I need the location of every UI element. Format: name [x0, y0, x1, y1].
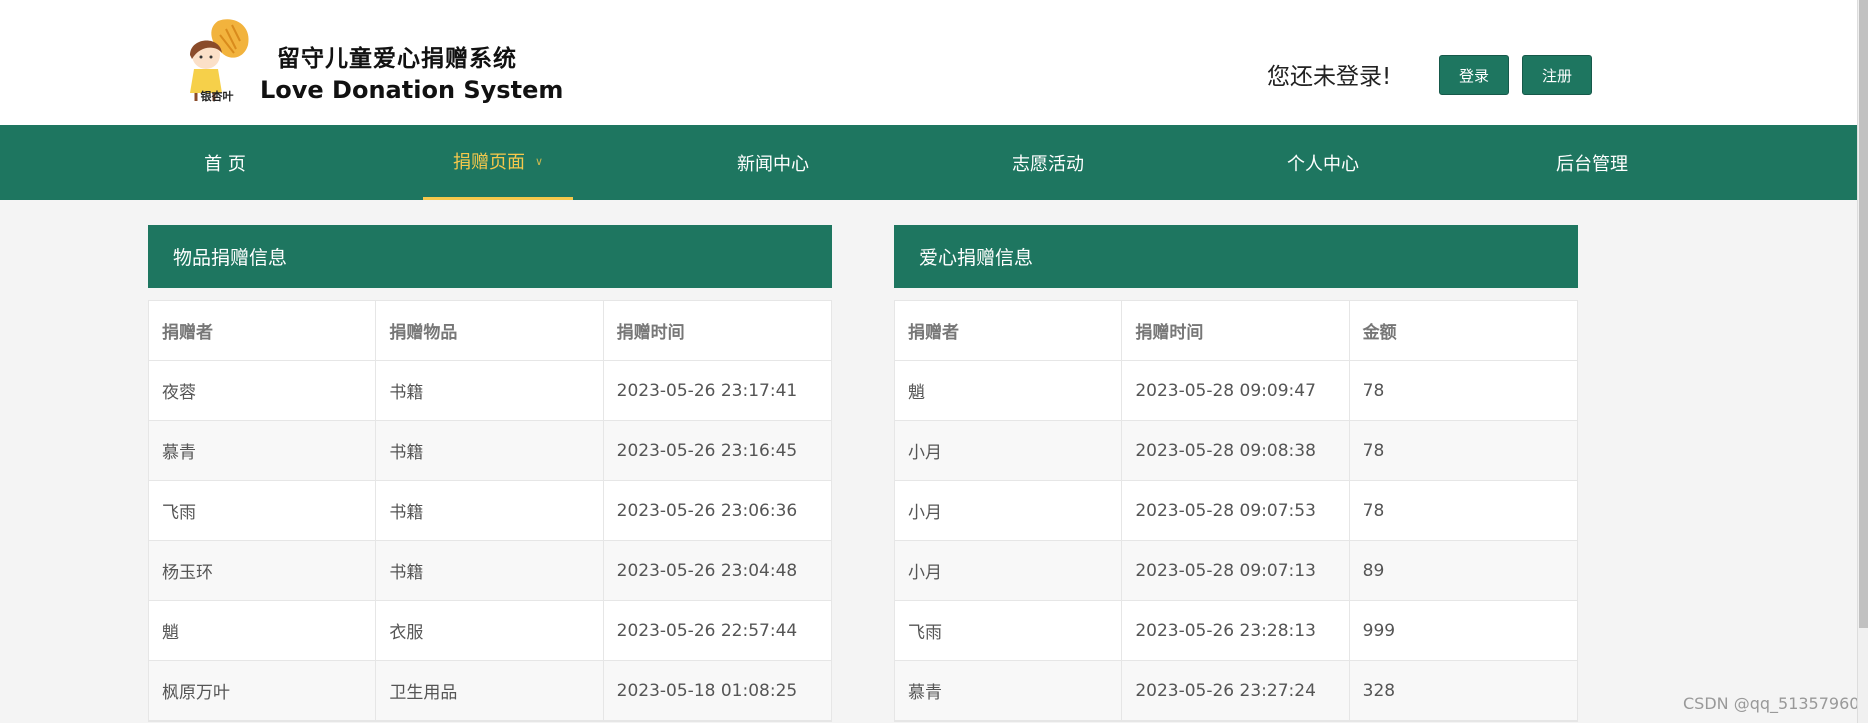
amount-cell: 89	[1362, 560, 1385, 581]
donor-cell: 慕青	[149, 421, 377, 480]
nav-item-donation[interactable]: 捐赠页面 ∨	[423, 125, 573, 200]
time-cell: 2023-05-18 01:08:25	[616, 680, 798, 701]
time-cell: 2023-05-26 22:57:44	[616, 620, 798, 641]
table-row: 小月 2023-05-28 09:08:38 78	[895, 421, 1577, 481]
login-button[interactable]: 登录	[1439, 55, 1509, 95]
donor-cell: 枫原万叶	[149, 661, 377, 720]
site-title-cn: 留守儿童爱心捐赠系统	[277, 46, 517, 72]
donor-cell: 飞雨	[149, 481, 377, 540]
time-cell: 2023-05-28 09:07:13	[1122, 541, 1350, 600]
item-cell: 卫生用品	[376, 661, 604, 720]
logo-text: 银杏叶	[200, 90, 234, 103]
time-cell: 2023-05-28 09:08:38	[1122, 421, 1350, 480]
donor-cell: 魈	[895, 361, 1123, 420]
nav-item-label: 捐赠页面	[452, 152, 525, 173]
time-cell: 2023-05-28 09:09:47	[1122, 361, 1350, 420]
nav-item-label: 个人中心	[1287, 153, 1359, 175]
chevron-down-icon: ∨	[534, 154, 544, 168]
table-row: 飞雨 书籍 2023-05-26 23:06:36	[149, 481, 831, 541]
header: 银杏叶 留守儿童爱心捐赠系统 Love Donation System 您还未登…	[0, 0, 1857, 125]
item-cell: 书籍	[376, 421, 604, 480]
amount-cell: 328	[1362, 680, 1396, 701]
nav-item-label: 志愿活动	[1012, 153, 1084, 175]
amount-cell: 78	[1362, 500, 1385, 521]
table-row: 魈 衣服 2023-05-26 22:57:44	[149, 601, 831, 661]
panel-title: 物品捐赠信息	[148, 225, 832, 288]
amount-cell: 999	[1362, 620, 1396, 641]
nav-item-label: 后台管理	[1556, 153, 1628, 175]
donor-cell: 魈	[149, 601, 377, 660]
nav-item-admin[interactable]: 后台管理	[1522, 125, 1662, 200]
table-row: 慕青 书籍 2023-05-26 23:16:45	[149, 421, 831, 481]
donor-cell: 小月	[895, 421, 1123, 480]
table-row: 慕青 2023-05-26 23:27:24 328	[895, 661, 1577, 721]
login-status-text: 您还未登录!	[1267, 64, 1392, 90]
main-nav: 首 页 捐赠页面 ∨ 新闻中心 志愿活动 个人中心 后台管理	[0, 125, 1857, 200]
item-cell: 书籍	[376, 481, 604, 540]
vertical-scrollbar[interactable]	[1857, 0, 1868, 723]
register-button[interactable]: 注册	[1522, 55, 1592, 95]
column-header: 捐赠时间	[1122, 301, 1350, 360]
donor-cell: 小月	[895, 481, 1123, 540]
table-row: 杨玉环 书籍 2023-05-26 23:04:48	[149, 541, 831, 601]
column-header: 捐赠者	[895, 301, 1123, 360]
table-header-row: 捐赠者 捐赠物品 捐赠时间	[149, 301, 831, 361]
donor-cell: 小月	[895, 541, 1123, 600]
column-header: 捐赠者	[149, 301, 377, 360]
table-row: 小月 2023-05-28 09:07:13 89	[895, 541, 1577, 601]
time-cell: 2023-05-26 23:27:24	[1122, 661, 1350, 720]
table-row: 小月 2023-05-28 09:07:53 78	[895, 481, 1577, 541]
time-cell: 2023-05-26 23:04:48	[616, 560, 798, 581]
column-header: 捐赠物品	[376, 301, 604, 360]
column-header: 金额	[1362, 323, 1397, 343]
site-title-en: Love Donation System	[260, 76, 564, 104]
table-row: 夜蓉 书籍 2023-05-26 23:17:41	[149, 361, 831, 421]
donor-cell: 夜蓉	[149, 361, 377, 420]
nav-item-label: 首 页	[204, 153, 246, 175]
goods-donation-table: 捐赠者 捐赠物品 捐赠时间 夜蓉 书籍 2023-05-26 23:17:41 …	[148, 300, 832, 722]
donor-cell: 杨玉环	[149, 541, 377, 600]
time-cell: 2023-05-26 23:28:13	[1122, 601, 1350, 660]
nav-item-label: 新闻中心	[737, 153, 809, 175]
goods-donation-panel: 物品捐赠信息 捐赠者 捐赠物品 捐赠时间 夜蓉 书籍 2023-05-26 23…	[148, 225, 832, 722]
item-cell: 书籍	[376, 541, 604, 600]
table-header-row: 捐赠者 捐赠时间 金额	[895, 301, 1577, 361]
time-cell: 2023-05-26 23:06:36	[616, 500, 798, 521]
nav-item-home[interactable]: 首 页	[155, 125, 295, 200]
table-row: 魈 2023-05-28 09:09:47 78	[895, 361, 1577, 421]
time-cell: 2023-05-26 23:16:45	[616, 440, 798, 461]
time-cell: 2023-05-26 23:17:41	[616, 380, 798, 401]
donor-cell: 慕青	[895, 661, 1123, 720]
table-row: 飞雨 2023-05-26 23:28:13 999	[895, 601, 1577, 661]
item-cell: 书籍	[376, 361, 604, 420]
donor-cell: 飞雨	[895, 601, 1123, 660]
column-header: 捐赠时间	[616, 323, 685, 343]
time-cell: 2023-05-28 09:07:53	[1122, 481, 1350, 540]
amount-cell: 78	[1362, 380, 1385, 401]
scrollbar-thumb[interactable]	[1859, 0, 1868, 628]
panel-title: 爱心捐赠信息	[894, 225, 1578, 288]
table-row: 枫原万叶 卫生用品 2023-05-18 01:08:25	[149, 661, 831, 721]
nav-item-profile[interactable]: 个人中心	[1253, 125, 1393, 200]
watermark-text: CSDN @qq_51357960	[1683, 694, 1860, 713]
item-cell: 衣服	[376, 601, 604, 660]
love-donation-table: 捐赠者 捐赠时间 金额 魈 2023-05-28 09:09:47 78 小月 …	[894, 300, 1578, 722]
love-donation-panel: 爱心捐赠信息 捐赠者 捐赠时间 金额 魈 2023-05-28 09:09:47…	[894, 225, 1578, 722]
nav-item-volunteer[interactable]: 志愿活动	[978, 125, 1118, 200]
amount-cell: 78	[1362, 440, 1385, 461]
nav-item-news[interactable]: 新闻中心	[703, 125, 843, 200]
